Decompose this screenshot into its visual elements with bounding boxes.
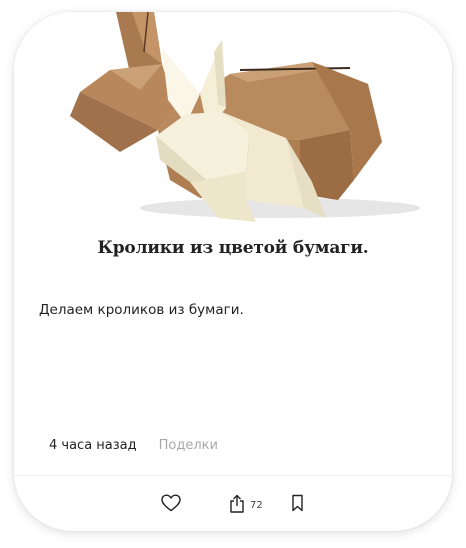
- post-meta: 4 часа назад Поделки: [49, 438, 218, 453]
- post-card[interactable]: Кролики из цветой бумаги. Делаем кролико…: [14, 12, 452, 531]
- origami-rabbits-illustration: [50, 12, 442, 222]
- bookmark-button[interactable]: [291, 494, 304, 516]
- heart-icon: [161, 494, 181, 516]
- post-time: 4 часа назад: [49, 438, 137, 453]
- post-category-link[interactable]: Поделки: [159, 438, 218, 453]
- post-actions: 72: [14, 494, 452, 516]
- share-count: 72: [250, 500, 263, 511]
- share-button[interactable]: 72: [229, 494, 263, 517]
- bookmark-icon: [291, 494, 304, 516]
- divider: [14, 475, 452, 476]
- post-image[interactable]: [50, 12, 442, 222]
- post-title[interactable]: Кролики из цветой бумаги.: [14, 238, 452, 258]
- share-icon: [229, 494, 245, 517]
- like-button[interactable]: [161, 494, 181, 516]
- post-description: Делаем кроликов из бумаги.: [39, 302, 244, 318]
